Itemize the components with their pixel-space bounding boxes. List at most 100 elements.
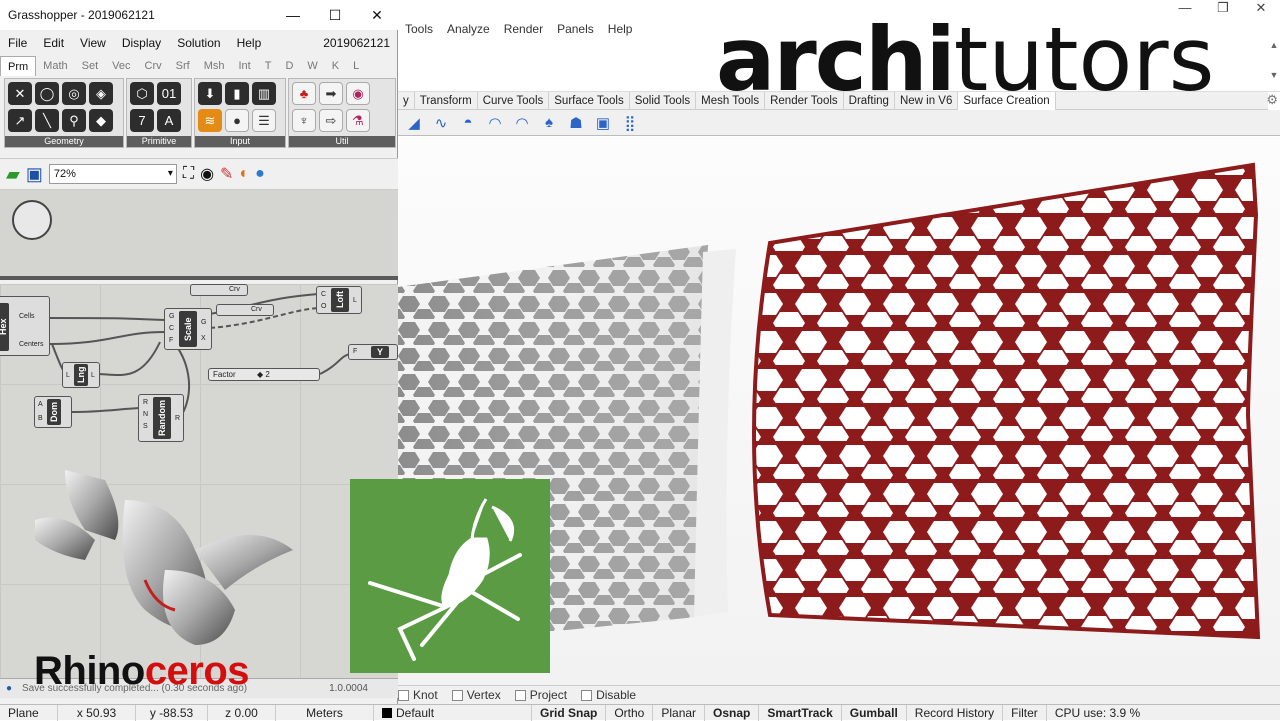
grid-points-icon[interactable]: ⣿ [620, 113, 640, 133]
mesh-param-icon[interactable]: ◈ [89, 82, 113, 105]
osnap-toggle[interactable]: Osnap [705, 704, 760, 721]
osnap-vertex[interactable]: Vertex [451, 688, 501, 702]
scale-node[interactable]: G C F Scale G X [164, 308, 212, 350]
tab-srf[interactable]: Srf [169, 56, 197, 76]
tab-int[interactable]: Int [231, 56, 257, 76]
tab-transform[interactable]: Transform [415, 91, 478, 110]
menu-tools[interactable]: Tools [398, 22, 440, 36]
filter-toggle[interactable]: Filter [1003, 704, 1047, 721]
tree-icon[interactable]: ♆ [292, 109, 316, 132]
toggle-icon[interactable]: ▮ [225, 82, 249, 105]
hex-grid-node[interactable]: Hex Cells Centers [0, 296, 50, 356]
tab-partial[interactable]: y [398, 91, 415, 110]
gumball-toggle[interactable]: Gumball [842, 704, 907, 721]
save-icon[interactable]: ▣ [26, 164, 43, 185]
arrow-right-icon[interactable]: ➡ [319, 82, 343, 105]
surface-param-icon[interactable]: ◆ [89, 109, 113, 132]
sweep1-icon[interactable]: ◠ [485, 113, 505, 133]
units-label[interactable]: Meters [276, 704, 374, 721]
sphere-icon[interactable]: ◉ [346, 82, 370, 105]
gear-icon[interactable]: ⚙ [1266, 92, 1278, 108]
panel-icon[interactable]: ☰ [252, 109, 276, 132]
edge-curves-icon[interactable]: ∿ [431, 113, 451, 133]
loft-node[interactable]: C O Loft L [316, 286, 362, 314]
preview-eye-icon[interactable]: ◉ [200, 164, 214, 184]
gh-named-view-strip[interactable] [0, 190, 398, 280]
loft-icon[interactable]: ♠ [539, 113, 559, 133]
curve-param-icon[interactable]: ◎ [62, 82, 86, 105]
revolve-icon[interactable]: ☗ [566, 113, 586, 133]
text-icon[interactable]: A [157, 109, 181, 132]
tab-d[interactable]: D [278, 56, 300, 76]
menu-help[interactable]: Help [601, 22, 640, 36]
menu-edit[interactable]: Edit [35, 36, 72, 50]
zoom-extents-icon[interactable]: ⛶ [183, 165, 194, 183]
menu-view[interactable]: View [72, 36, 114, 50]
checkbox-icon[interactable] [398, 689, 409, 701]
tab-set[interactable]: Set [75, 56, 106, 76]
tab-solid-tools[interactable]: Solid Tools [630, 91, 697, 110]
open-file-icon[interactable]: ▰ [6, 164, 20, 185]
tab-vec[interactable]: Vec [105, 56, 137, 76]
layer-indicator[interactable]: Default [374, 704, 532, 721]
tab-t[interactable]: T [258, 56, 279, 76]
cherry-icon[interactable]: ♣ [292, 82, 316, 105]
checkbox-icon[interactable] [514, 689, 526, 701]
tab-curve-tools[interactable]: Curve Tools [478, 91, 550, 110]
cplane-label[interactable]: Plane [0, 704, 58, 721]
tab-math[interactable]: Math [36, 56, 74, 76]
shaded-preview-icon[interactable]: ◐ [239, 165, 249, 183]
sweep2-icon[interactable]: ◠ [512, 113, 532, 133]
sketch-pen-icon[interactable]: ✎ [220, 164, 233, 184]
flask-icon[interactable]: ⚗ [346, 109, 370, 132]
tab-crv[interactable]: Crv [138, 56, 169, 76]
random-node[interactable]: R N S Random R [138, 394, 184, 442]
box-param-icon[interactable]: ✕ [8, 82, 32, 105]
checkbox-icon[interactable] [451, 689, 463, 701]
expression-node[interactable]: F Y [348, 344, 398, 360]
tab-surface-tools[interactable]: Surface Tools [549, 91, 630, 110]
osnap-disable[interactable]: Disable [581, 688, 636, 702]
scroll-down-icon[interactable]: ▼ [1268, 70, 1280, 80]
ortho-toggle[interactable]: Ortho [606, 704, 654, 721]
factor-slider[interactable]: Factor ◆ 2 [208, 368, 320, 381]
length-node[interactable]: L Lng L [62, 362, 100, 388]
boolean-icon[interactable]: ⬡ [130, 82, 154, 105]
maximize-icon[interactable]: ☐ [314, 0, 356, 30]
navigation-dial-icon[interactable] [12, 200, 52, 240]
domain-node[interactable]: A B Dom [34, 396, 72, 428]
scroll-up-icon[interactable]: ▲ [1268, 40, 1280, 50]
integer-icon[interactable]: 01 [157, 82, 181, 105]
command-scrollbar[interactable]: ▲ ▼ [1268, 40, 1280, 90]
surface-corner-icon[interactable]: ◢ [404, 113, 424, 133]
menu-render[interactable]: Render [497, 22, 550, 36]
tab-l[interactable]: L [346, 56, 366, 76]
number-icon[interactable]: 7 [130, 109, 154, 132]
checkbox-icon[interactable] [581, 689, 593, 701]
slider-icon[interactable]: ▥ [252, 82, 276, 105]
crv-param-node-2[interactable]: Crv [216, 304, 274, 316]
crv-param-node-1[interactable]: Crv [190, 284, 248, 296]
osnap-knot[interactable]: Knot [398, 688, 438, 702]
grid-snap-toggle[interactable]: Grid Snap [532, 704, 607, 721]
menu-file[interactable]: File [0, 36, 35, 50]
close-icon[interactable]: ✕ [1242, 0, 1280, 16]
network-icon[interactable]: ▣ [593, 113, 613, 133]
tab-prm[interactable]: Prm [0, 56, 37, 76]
osnap-project[interactable]: Project [514, 688, 567, 702]
zoom-dropdown[interactable]: 72% [48, 164, 177, 184]
display-sphere-icon[interactable]: ● [255, 165, 265, 183]
button-icon[interactable]: ● [225, 109, 249, 132]
point-param-icon[interactable]: ⚲ [62, 109, 86, 132]
menu-display[interactable]: Display [114, 36, 169, 50]
planar-toggle[interactable]: Planar [653, 704, 706, 721]
close-icon[interactable]: ✕ [356, 0, 398, 30]
arrow-outline-icon[interactable]: ⇨ [319, 109, 343, 132]
tab-k[interactable]: K [325, 56, 346, 76]
menu-panels[interactable]: Panels [550, 22, 601, 36]
record-history-toggle[interactable]: Record History [907, 704, 1004, 721]
tab-w[interactable]: W [300, 56, 324, 76]
circle-param-icon[interactable]: ◯ [35, 82, 59, 105]
smarttrack-toggle[interactable]: SmartTrack [759, 704, 842, 721]
minimize-icon[interactable]: — [272, 0, 314, 30]
